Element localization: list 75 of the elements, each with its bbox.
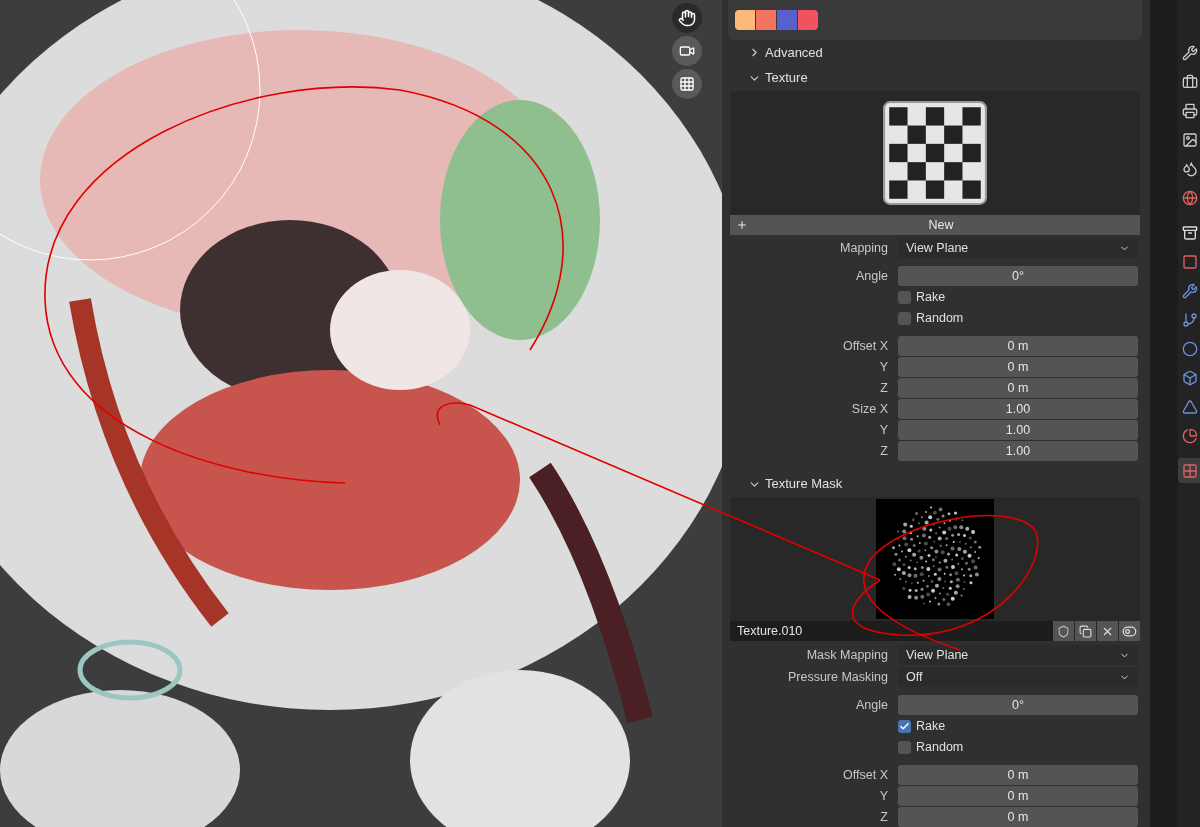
plus-icon — [736, 219, 748, 231]
image-icon — [1182, 131, 1198, 148]
wrench-icon — [1182, 44, 1198, 61]
field-label: Mapping — [840, 239, 888, 257]
camera-view-button[interactable] — [672, 36, 702, 66]
checkbox[interactable] — [898, 740, 911, 754]
color-swatch[interactable] — [735, 9, 755, 30]
toggle-icon-button[interactable] — [1119, 621, 1140, 641]
number-field[interactable]: 0° — [898, 695, 1138, 715]
number-field[interactable]: 0 m — [898, 378, 1138, 398]
number-field[interactable]: 0 m — [898, 336, 1138, 356]
perspective-grid-button[interactable] — [672, 69, 702, 99]
field-label: Size X — [851, 400, 888, 418]
field-label: Z — [880, 808, 888, 826]
toggle-icon — [1122, 623, 1137, 639]
number-field[interactable]: 0 m — [898, 786, 1138, 806]
checkbox-label[interactable]: Rake — [916, 287, 946, 307]
square-icon — [1182, 253, 1198, 270]
checkbox[interactable] — [898, 311, 911, 325]
hand-tool-button[interactable] — [672, 3, 702, 33]
field-label: Z — [880, 379, 888, 397]
color-swatch[interactable] — [777, 9, 797, 30]
checkbox[interactable] — [898, 290, 911, 304]
pie-icon — [1182, 427, 1198, 444]
copy-icon — [1079, 624, 1092, 638]
number-field[interactable]: 1.00 — [898, 441, 1138, 461]
cube-icon — [1182, 369, 1198, 386]
archive-icon — [1182, 224, 1198, 241]
dropdown[interactable]: View Plane — [898, 645, 1138, 665]
color-swatch[interactable] — [756, 9, 776, 30]
triangle-icon — [1182, 398, 1198, 415]
dropdown[interactable]: View Plane — [898, 238, 1138, 258]
globe-icon — [1182, 189, 1198, 206]
droplets-icon — [1182, 160, 1198, 177]
field-label: Offset X — [843, 337, 888, 355]
hand-icon — [678, 9, 696, 27]
field-label: Pressure Masking — [787, 668, 888, 686]
color-swatch[interactable] — [798, 9, 818, 30]
printer-icon — [1182, 102, 1198, 119]
circle-icon — [1182, 340, 1198, 357]
panel-header[interactable]: Texture Mask — [765, 474, 843, 494]
field-label: Z — [880, 442, 888, 460]
panel-header[interactable]: Advanced — [765, 42, 823, 63]
number-field[interactable]: 0° — [898, 266, 1138, 286]
duplicate-button[interactable] — [1075, 621, 1096, 641]
checker-texture-icon — [883, 101, 987, 205]
number-field[interactable]: 1.00 — [898, 399, 1138, 419]
new-texture-button[interactable]: New — [730, 215, 1140, 235]
shield-icon — [1057, 624, 1070, 638]
camera-icon — [679, 43, 695, 59]
field-label: Y — [879, 358, 888, 376]
panel-header[interactable]: Texture — [765, 68, 808, 88]
field-label: Mask Mapping — [806, 646, 888, 664]
number-field[interactable]: 0 m — [898, 765, 1138, 785]
field-label: Y — [879, 787, 888, 805]
close-button[interactable] — [1097, 621, 1118, 641]
branch-icon — [1182, 311, 1198, 328]
field-label: Offset X — [843, 766, 888, 784]
checkbox-label[interactable]: Random — [916, 737, 964, 757]
field-label: Angle — [856, 267, 888, 285]
checkbox[interactable] — [898, 719, 911, 733]
field-label: Y — [879, 421, 888, 439]
number-field[interactable]: 1.00 — [898, 420, 1138, 440]
number-field[interactable]: 0 m — [898, 807, 1138, 827]
wrench-icon — [1182, 282, 1198, 299]
number-field[interactable]: 0 m — [898, 357, 1138, 377]
grid-icon — [1182, 462, 1198, 479]
field-label: Angle — [856, 696, 888, 714]
fake-user-button[interactable] — [1053, 621, 1074, 641]
dropdown[interactable]: Off — [898, 667, 1138, 687]
checkbox-label[interactable]: Random — [916, 308, 964, 328]
briefcase-icon — [1182, 73, 1198, 90]
texture-name-field[interactable]: Texture.010 — [730, 621, 1053, 641]
grid-icon — [679, 76, 695, 92]
checkbox-label[interactable]: Rake — [916, 716, 946, 736]
